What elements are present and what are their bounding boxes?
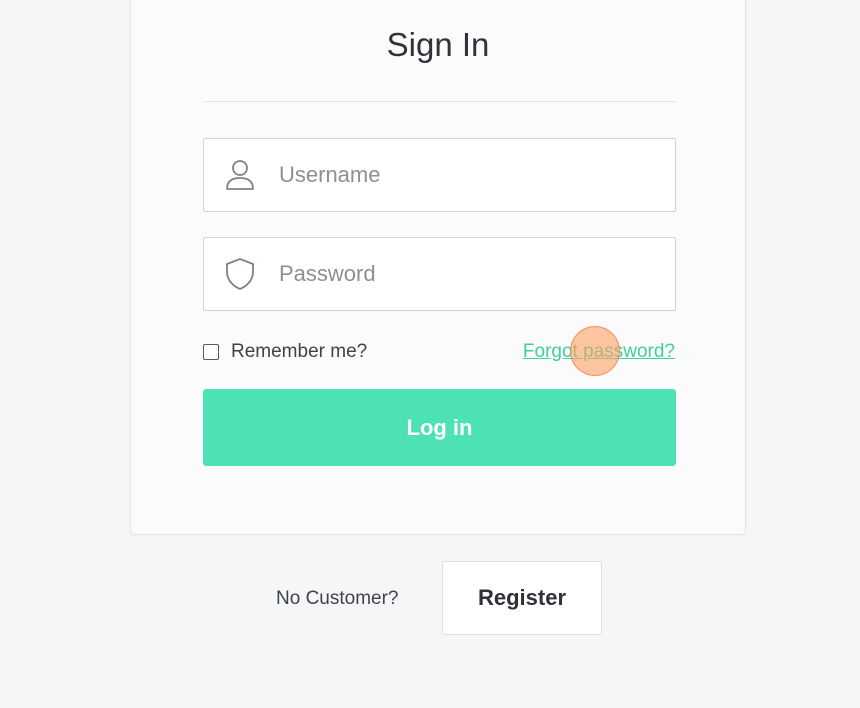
- register-button[interactable]: Register: [442, 561, 602, 635]
- remember-me-label: Remember me?: [231, 341, 368, 362]
- remember-me[interactable]: Remember me?: [203, 341, 367, 363]
- page-title: Sign In: [386, 26, 490, 63]
- username-input[interactable]: [279, 139, 659, 211]
- forgot-password-link[interactable]: Forgot password?: [523, 341, 675, 363]
- title-divider: [203, 101, 676, 102]
- user-icon: [224, 158, 256, 192]
- shield-icon: [224, 257, 256, 291]
- sign-in-card: Sign In Remember me? Forgot password? Lo…: [130, 0, 746, 535]
- login-button[interactable]: Log in: [203, 389, 676, 466]
- password-input[interactable]: [279, 238, 659, 310]
- username-field[interactable]: [203, 138, 676, 212]
- remember-me-checkbox[interactable]: [203, 344, 219, 360]
- no-customer-label: No Customer?: [276, 588, 399, 609]
- password-field[interactable]: [203, 237, 676, 311]
